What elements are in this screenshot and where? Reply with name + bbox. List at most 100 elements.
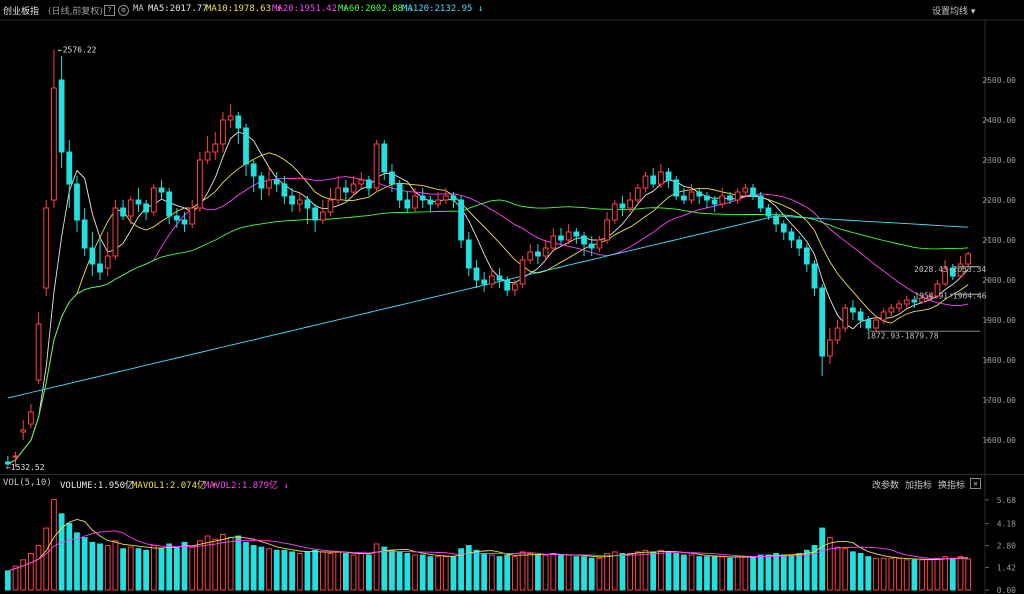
candle-body: [719, 195, 726, 205]
volume-bar: [719, 556, 726, 591]
volume-bar: [488, 554, 495, 591]
candle-body: [342, 187, 349, 193]
volume-header: VOL(5,10) VOLUME:1.950亿 MAVOL1:2.074亿 ↑ MA…: [0, 475, 1024, 491]
volume-bar: [819, 527, 826, 591]
volume-bar: [12, 565, 19, 591]
volume-bar: [535, 554, 541, 591]
add-indicator-button[interactable]: 加指标: [905, 478, 932, 491]
candle-body: [811, 263, 818, 289]
volume-bar: [404, 552, 411, 591]
volume-bar: [750, 556, 756, 591]
candle-body: [734, 191, 741, 201]
volume-bar: [450, 556, 457, 591]
volume-bar: [765, 554, 772, 591]
close-icon[interactable]: ✕: [970, 478, 981, 489]
volume-bar: [857, 552, 864, 591]
candle-body: [819, 287, 826, 357]
volume-bar: [473, 549, 480, 591]
volume-bar: [665, 551, 672, 591]
volume-bar: [127, 546, 134, 591]
volume-bar: [89, 541, 96, 591]
candle-body: [381, 143, 388, 173]
volume-bar: [627, 552, 634, 591]
candle-body: [765, 207, 772, 217]
candle-body: [488, 275, 495, 285]
volume-bar: [650, 551, 657, 591]
candle-body: [803, 247, 810, 265]
candle-body: [535, 251, 541, 257]
candle-body: [373, 143, 380, 189]
volume-bar: [481, 552, 488, 591]
candle-body: [558, 235, 564, 241]
volume-bar: [389, 549, 395, 591]
candle-body: [204, 151, 211, 161]
candle-body: [189, 207, 196, 225]
volume-bar: [550, 552, 557, 591]
candle-body: [312, 207, 319, 221]
candle-body: [512, 283, 518, 291]
candle-body: [504, 279, 511, 291]
volume-bar: [396, 551, 403, 591]
volume-bar: [312, 549, 319, 591]
candle-body: [419, 195, 426, 201]
volume-bar: [496, 556, 503, 591]
candle-body: [573, 231, 580, 237]
volume-bar: [704, 556, 710, 591]
candle-body: [74, 183, 80, 221]
candle-body: [197, 159, 203, 209]
mid-right-annotation: 1954.91-1964.46: [914, 291, 986, 300]
candle-body: [143, 203, 150, 213]
candle-body: [527, 251, 534, 261]
candle-body: [212, 143, 219, 153]
volume-bar: [657, 549, 664, 591]
candle-body: [366, 179, 372, 189]
volume-bar: [934, 557, 941, 591]
volume-bar: [504, 554, 511, 591]
volume-tick-label: 2.80: [997, 542, 1016, 551]
candle-body: [473, 267, 480, 281]
candle-body: [97, 263, 103, 273]
candle-body: [304, 199, 311, 209]
volume-bar: [419, 554, 426, 591]
volume-bar: [788, 554, 795, 591]
volume-bar: [780, 554, 787, 591]
candle-body: [665, 171, 672, 181]
volume-bar: [304, 551, 311, 591]
candle-body: [773, 215, 779, 225]
candle-body: [688, 191, 695, 201]
candle-body: [727, 195, 733, 201]
candle-body: [673, 179, 680, 197]
volume-bar: [873, 557, 879, 591]
volume-bar: [803, 549, 810, 591]
volume-bar: [74, 532, 80, 591]
candle-body: [750, 187, 756, 197]
candle-body: [834, 327, 841, 341]
volume-bar: [865, 556, 872, 591]
change-params-button[interactable]: 改参数: [872, 478, 899, 491]
candle-body: [35, 323, 42, 381]
volume-bar: [204, 535, 211, 591]
volume-bar: [158, 548, 165, 591]
candle-body: [611, 203, 618, 221]
volume-bar: [189, 546, 196, 591]
price-tick-label: 2300.00: [982, 156, 1016, 165]
candle-body: [335, 187, 342, 201]
candle-body: [412, 195, 418, 209]
volume-bar: [642, 549, 649, 591]
candle-body: [742, 187, 749, 193]
volume-bar: [850, 551, 856, 591]
volume-bar: [696, 556, 703, 591]
volume-tick-label: 0.00: [997, 586, 1016, 594]
volume-bar: [43, 527, 50, 591]
candle-body: [158, 187, 165, 193]
volume-bar: [542, 554, 549, 591]
candle-body: [581, 235, 587, 245]
volume-bar: [227, 537, 234, 591]
volume-bar: [888, 557, 895, 591]
switch-indicator-button[interactable]: 换指标: [938, 478, 965, 491]
candle-body: [588, 243, 595, 249]
mid-low-annotation: 1872.93-1879.78: [866, 331, 938, 340]
volume-bar: [350, 554, 357, 591]
candle-body: [243, 127, 249, 165]
volume-bar: [911, 559, 918, 591]
